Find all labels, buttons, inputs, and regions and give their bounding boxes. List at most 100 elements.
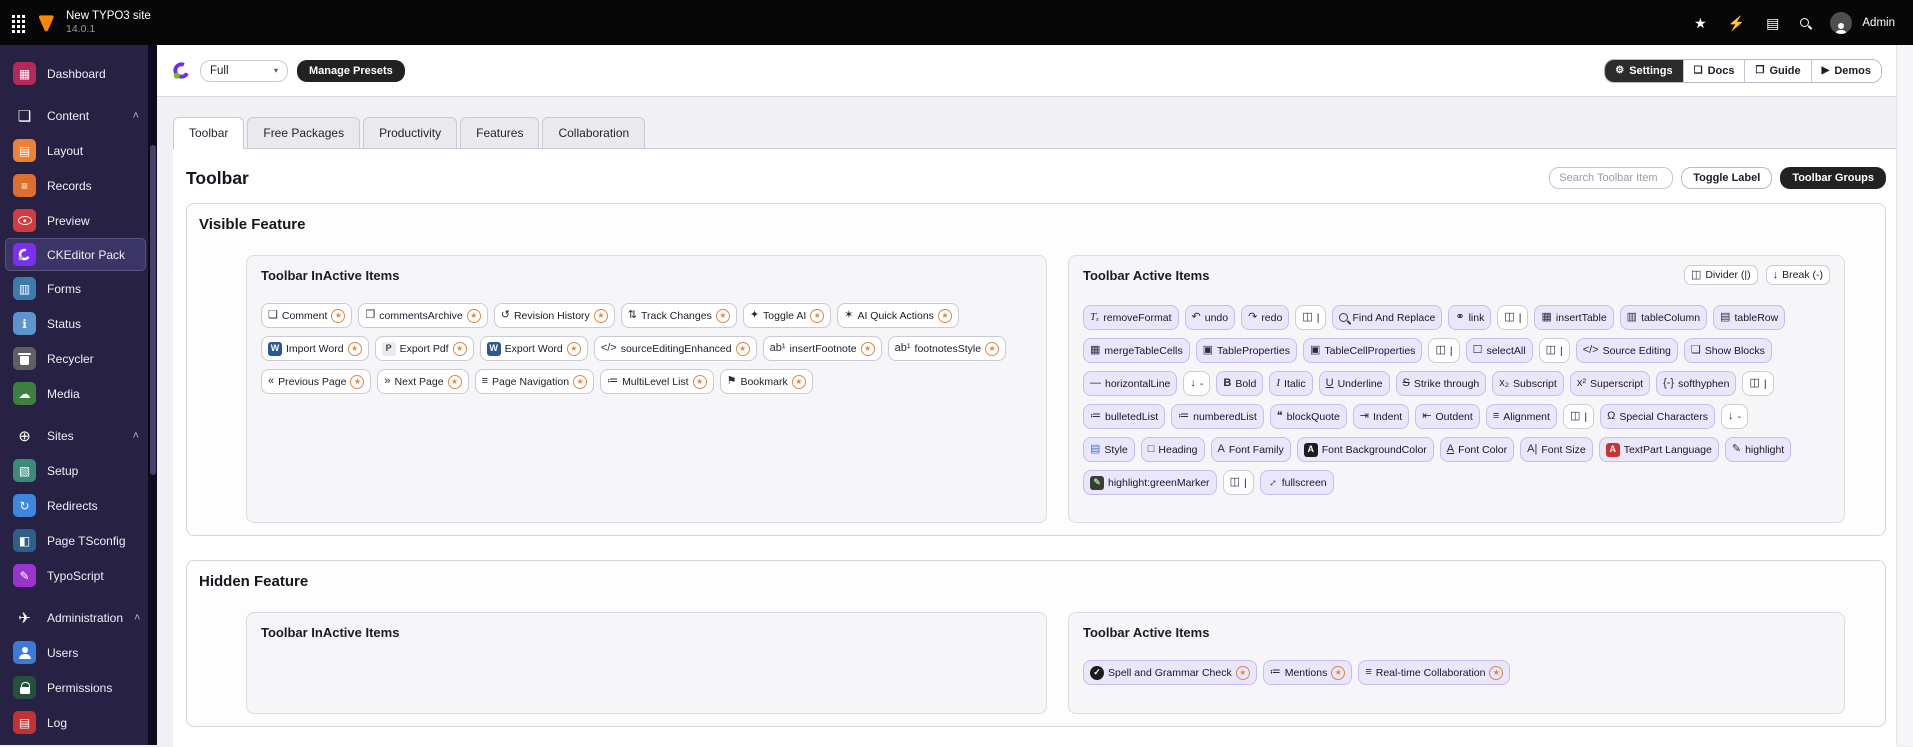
tab-toolbar[interactable]: Toolbar xyxy=(173,117,244,148)
sidebar-item-forms[interactable]: ▥Forms xyxy=(0,271,157,306)
chevron-up-icon[interactable]: ˄ xyxy=(134,612,140,624)
tab-productivity[interactable]: Productivity xyxy=(363,117,457,148)
search-icon[interactable] xyxy=(1800,18,1809,27)
sidebar-item-ckeditor-pack[interactable]: CKEditor Pack xyxy=(5,238,146,271)
manage-presets-button[interactable]: Manage Presets xyxy=(297,60,405,82)
sidebar-item-log[interactable]: ▤Log xyxy=(0,705,157,740)
toolbar-item-strike-through[interactable]: SStrike through xyxy=(1396,371,1487,396)
sidebar-item-users[interactable]: Users xyxy=(0,635,157,670)
toolbar-item-show-blocks[interactable]: ❏Show Blocks xyxy=(1684,338,1772,363)
toolbar-item-indent[interactable]: ⇥Indent xyxy=(1353,404,1409,429)
toolbar-item-tablerow[interactable]: ▤tableRow xyxy=(1713,305,1785,330)
toolbar-item-highlight-greenmarker[interactable]: ✎highlight:greenMarker xyxy=(1083,470,1217,495)
toolbar-item-tableproperties[interactable]: ▣TableProperties xyxy=(1196,338,1297,363)
toolbar-item-real-time-collaboration[interactable]: ≡Real-time Collaboration★ xyxy=(1358,660,1510,685)
divider-item[interactable]: ◫| xyxy=(1295,305,1326,330)
break-item[interactable]: ↓- xyxy=(1183,371,1210,396)
toolbar-item-horizontalline[interactable]: —horizontalLine xyxy=(1083,371,1177,396)
backend-list-icon[interactable]: ▤ xyxy=(1766,16,1779,30)
sidebar-item-page-tsconfig[interactable]: ◧Page TSconfig xyxy=(0,523,157,558)
toolbar-item-textpart-language[interactable]: ATextPart Language xyxy=(1599,437,1719,462)
toolbar-item-mergetablecells[interactable]: ▦mergeTableCells xyxy=(1083,338,1190,363)
username[interactable]: Admin xyxy=(1862,17,1895,29)
sidebar-item-recycler[interactable]: Recycler xyxy=(0,341,157,376)
toolbar-item-previous-page[interactable]: «Previous Page★ xyxy=(261,369,371,394)
toolbar-item-outdent[interactable]: ⇤Outdent xyxy=(1415,404,1480,429)
toolbar-item-highlight[interactable]: ✎highlight xyxy=(1725,437,1791,462)
toolbar-item-numberedlist[interactable]: ≔numberedList xyxy=(1171,404,1264,429)
toolbar-item-source-editing[interactable]: </>Source Editing xyxy=(1576,338,1678,363)
toolbar-item-font-backgroundcolor[interactable]: AFont BackgroundColor xyxy=(1297,437,1434,462)
chevron-up-icon[interactable]: ˄ xyxy=(133,110,139,122)
toolbar-item-commentsarchive[interactable]: ❐commentsArchive★ xyxy=(358,303,487,328)
toggle-label-button[interactable]: Toggle Label xyxy=(1681,167,1772,189)
sidebar-item-records[interactable]: ≡Records xyxy=(0,168,157,203)
toolbar-item-selectall[interactable]: ☐selectAll xyxy=(1466,338,1533,363)
toolbar-item-bookmark[interactable]: ⚑Bookmark★ xyxy=(720,369,813,394)
sidebar-item-dashboard[interactable]: ▦Dashboard xyxy=(0,56,157,91)
page-scrollbar-track[interactable] xyxy=(1896,45,1913,745)
toolbar-item-undo[interactable]: ↶undo xyxy=(1185,305,1236,330)
add-divider-button[interactable]: ◫ Divider (|) xyxy=(1684,265,1758,285)
sidebar-item-layout[interactable]: ▤Layout xyxy=(0,133,157,168)
settings-button[interactable]: ⚙Settings xyxy=(1605,60,1682,82)
sidebar-item-permissions[interactable]: Permissions xyxy=(0,670,157,705)
toolbar-item-next-page[interactable]: »Next Page★ xyxy=(377,369,468,394)
toolbar-item-tablecolumn[interactable]: ▥tableColumn xyxy=(1620,305,1707,330)
toolbar-item-bold[interactable]: BBold xyxy=(1216,371,1263,396)
toolbar-item-font-family[interactable]: AFont Family xyxy=(1211,437,1291,462)
demos-button[interactable]: ▶Demos xyxy=(1811,60,1881,82)
divider-item[interactable]: ◫| xyxy=(1223,470,1254,495)
toolbar-item-style[interactable]: ▤Style xyxy=(1083,437,1135,462)
bookmark-star-icon[interactable]: ★ xyxy=(1694,16,1707,30)
divider-item[interactable]: ◫| xyxy=(1428,338,1459,363)
sidebar-item-typoscript[interactable]: ✎TypoScript xyxy=(0,558,157,593)
sidebar-item-content[interactable]: ❏Content˄ xyxy=(0,98,157,133)
toolbar-item-sourceeditingenhanced[interactable]: </>sourceEditingEnhanced★ xyxy=(594,336,757,361)
typo3-logo-icon[interactable] xyxy=(38,14,54,32)
sidebar-item-preview[interactable]: Preview xyxy=(0,203,157,238)
divider-item[interactable]: ◫| xyxy=(1539,338,1570,363)
toolbar-item-insertfootnote[interactable]: ab¹insertFootnote★ xyxy=(763,336,882,361)
toolbar-item-comment[interactable]: ❏Comment★ xyxy=(261,303,352,328)
toolbar-item-heading[interactable]: □Heading xyxy=(1141,437,1205,462)
docs-button[interactable]: ❏Docs xyxy=(1683,60,1745,82)
tab-collaboration[interactable]: Collaboration xyxy=(542,117,645,148)
toolbar-item-track-changes[interactable]: ⇅Track Changes★ xyxy=(621,303,737,328)
toolbar-item-footnotesstyle[interactable]: ab¹footnotesStyle★ xyxy=(888,336,1006,361)
toolbar-item-multilevel-list[interactable]: ≔MultiLevel List★ xyxy=(600,369,714,394)
toolbar-item-spell-and-grammar-check[interactable]: ✓Spell and Grammar Check★ xyxy=(1083,660,1257,685)
divider-item[interactable]: ◫| xyxy=(1563,404,1594,429)
toolbar-item-underline[interactable]: UUnderline xyxy=(1319,371,1390,396)
toolbar-item-font-color[interactable]: AFont Color xyxy=(1440,437,1514,462)
toolbar-item-find-and-replace[interactable]: Find And Replace xyxy=(1332,305,1442,330)
tab-features[interactable]: Features xyxy=(460,117,539,148)
search-toolbar-item-input[interactable] xyxy=(1549,167,1673,189)
toolbar-item-mentions[interactable]: ≔Mentions★ xyxy=(1263,660,1353,685)
toolbar-item-special-characters[interactable]: ΩSpecial Characters xyxy=(1600,404,1715,429)
toolbar-item-italic[interactable]: IItalic xyxy=(1269,371,1312,396)
toolbar-item-removeformat[interactable]: TₓremoveFormat xyxy=(1083,305,1179,330)
divider-item[interactable]: ◫| xyxy=(1742,371,1773,396)
toolbar-item-superscript[interactable]: x²Superscript xyxy=(1570,371,1650,396)
add-break-button[interactable]: ↓ Break (-) xyxy=(1766,265,1830,285)
sidebar-scrollbar[interactable] xyxy=(148,45,157,745)
sidebar-item-redirects[interactable]: ↻Redirects xyxy=(0,488,157,523)
toolbar-item-subscript[interactable]: x₂Subscript xyxy=(1492,371,1564,396)
chevron-up-icon[interactable]: ˄ xyxy=(133,430,139,442)
sidebar-item-media[interactable]: ☁Media xyxy=(0,376,157,411)
toolbar-item-inserttable[interactable]: ▦insertTable xyxy=(1534,305,1613,330)
toolbar-item-font-size[interactable]: A|Font Size xyxy=(1520,437,1593,462)
toolbar-item-page-navigation[interactable]: ≡Page Navigation★ xyxy=(475,369,594,394)
toolbar-item-export-word[interactable]: WExport Word★ xyxy=(480,336,588,361)
break-item[interactable]: ↓- xyxy=(1721,404,1748,429)
preset-select[interactable]: Full ▾ xyxy=(200,60,288,82)
flash-icon[interactable]: ⚡ xyxy=(1728,16,1745,30)
toolbar-item-redo[interactable]: ↷redo xyxy=(1241,305,1289,330)
toolbar-item-revision-history[interactable]: ↺Revision History★ xyxy=(494,303,615,328)
divider-item[interactable]: ◫| xyxy=(1497,305,1528,330)
toolbar-item-tablecellproperties[interactable]: ▣TableCellProperties xyxy=(1303,338,1422,363)
toolbar-groups-button[interactable]: Toolbar Groups xyxy=(1780,167,1886,189)
toolbar-item-alignment[interactable]: ≡Alignment xyxy=(1486,404,1557,429)
avatar[interactable] xyxy=(1830,12,1852,34)
